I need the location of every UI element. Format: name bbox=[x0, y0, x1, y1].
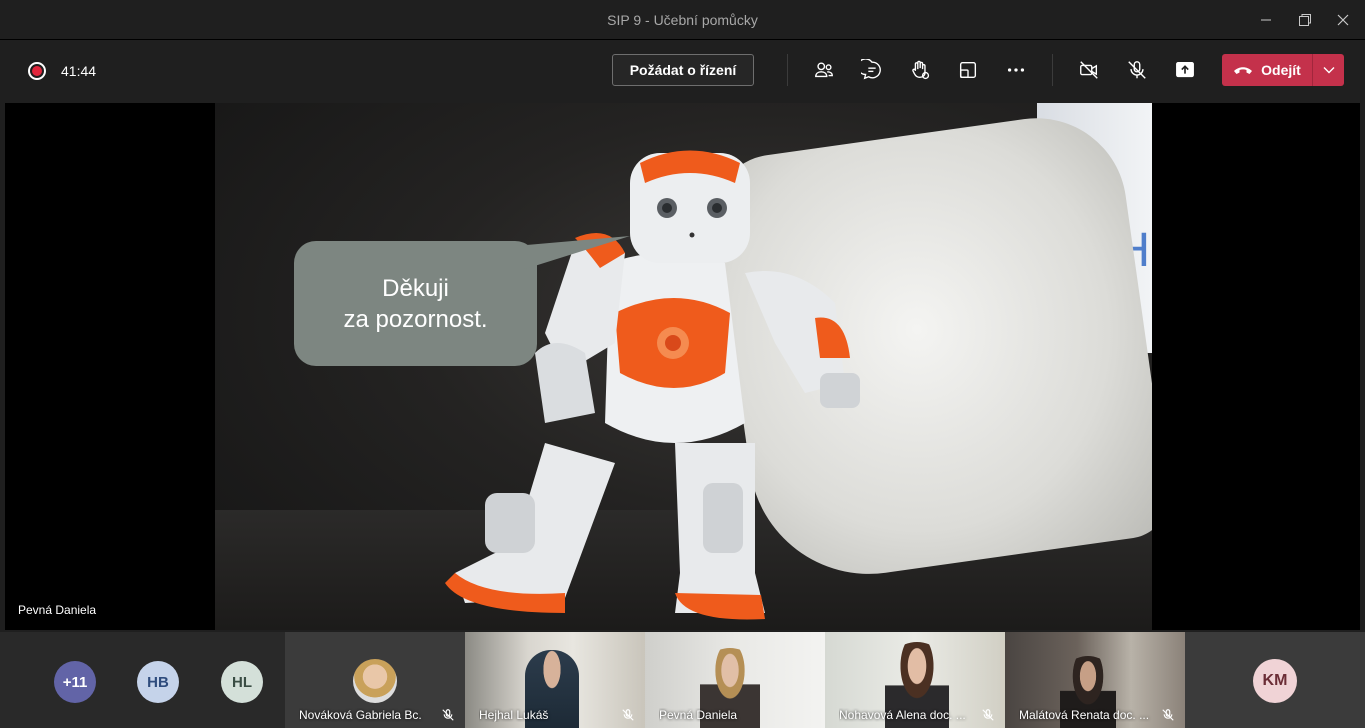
mic-off-icon[interactable] bbox=[1124, 57, 1150, 83]
share-icon[interactable] bbox=[1172, 57, 1198, 83]
toolbar-divider bbox=[787, 54, 788, 86]
shared-video: H bbox=[215, 103, 1152, 630]
leave-label: Odejít bbox=[1261, 62, 1301, 78]
meeting-timer: 41:44 bbox=[61, 63, 97, 79]
more-icon[interactable] bbox=[1003, 57, 1029, 83]
mic-off-icon bbox=[982, 709, 994, 721]
chevron-down-icon bbox=[1323, 67, 1334, 74]
participant-tile[interactable]: Hejhal Lukáš bbox=[465, 632, 645, 728]
leave-options-button[interactable] bbox=[1312, 54, 1344, 86]
avatar[interactable]: HB bbox=[137, 661, 179, 703]
toolbar-divider bbox=[1052, 54, 1053, 86]
main-stage: H bbox=[5, 103, 1360, 630]
meeting-toolbar: 41:44 Požádat o řízení Odejít bbox=[0, 40, 1365, 102]
hang-up-icon bbox=[1234, 67, 1253, 74]
participant-name: Nováková Gabriela Bc. bbox=[299, 708, 422, 722]
mic-off-icon bbox=[442, 709, 454, 721]
participant-name: Nohavová Alena doc. ... bbox=[839, 708, 966, 722]
record-icon bbox=[28, 62, 46, 80]
request-control-button[interactable]: Požádat o řízení bbox=[612, 54, 754, 86]
participant-name: Pevná Daniela bbox=[659, 708, 738, 722]
avatar[interactable]: HL bbox=[221, 661, 263, 703]
speech-bubble-tail bbox=[515, 236, 630, 269]
minimize-icon[interactable] bbox=[1254, 8, 1278, 32]
restore-icon[interactable] bbox=[1293, 8, 1317, 32]
mic-off-icon bbox=[622, 709, 634, 721]
participant-tile[interactable]: Nováková Gabriela Bc. bbox=[285, 632, 465, 728]
avatar bbox=[353, 659, 397, 703]
participant-tile[interactable]: Malátová Renata doc. ... bbox=[1005, 632, 1185, 728]
robot-image bbox=[445, 150, 860, 620]
speaker-name-label: Pevná Daniela bbox=[18, 603, 97, 617]
participants-icon[interactable] bbox=[811, 57, 837, 83]
slide-text-line1: Děkuji bbox=[382, 274, 449, 302]
leave-button[interactable]: Odejít bbox=[1222, 54, 1312, 86]
room-icon[interactable] bbox=[955, 57, 981, 83]
participant-name: Hejhal Lukáš bbox=[479, 708, 549, 722]
camera-off-icon[interactable] bbox=[1076, 57, 1102, 83]
overflow-participants-button[interactable]: +11 bbox=[54, 661, 96, 703]
mic-off-icon bbox=[1162, 709, 1174, 721]
speech-bubble: Děkuji za pozornost. bbox=[294, 241, 537, 366]
avatar: KM bbox=[1253, 659, 1297, 703]
raise-hand-icon[interactable] bbox=[907, 57, 933, 83]
participant-tile[interactable]: Pevná Daniela bbox=[645, 632, 825, 728]
title-bar: SIP 9 - Učební pomůcky bbox=[0, 0, 1365, 40]
participant-name: Malátová Renata doc. ... bbox=[1019, 708, 1150, 722]
participant-tile[interactable]: Nohavová Alena doc. ... bbox=[825, 632, 1005, 728]
slide-text-line2: za pozornost. bbox=[343, 305, 488, 333]
participant-tile[interactable]: KM bbox=[1185, 632, 1365, 728]
close-icon[interactable] bbox=[1331, 8, 1355, 32]
window-title: SIP 9 - Učební pomůcky bbox=[607, 12, 758, 28]
chat-icon[interactable] bbox=[859, 57, 885, 83]
participant-strip: +11 HB HL Nováková Gabriela Bc. Hejhal L… bbox=[0, 632, 1365, 728]
